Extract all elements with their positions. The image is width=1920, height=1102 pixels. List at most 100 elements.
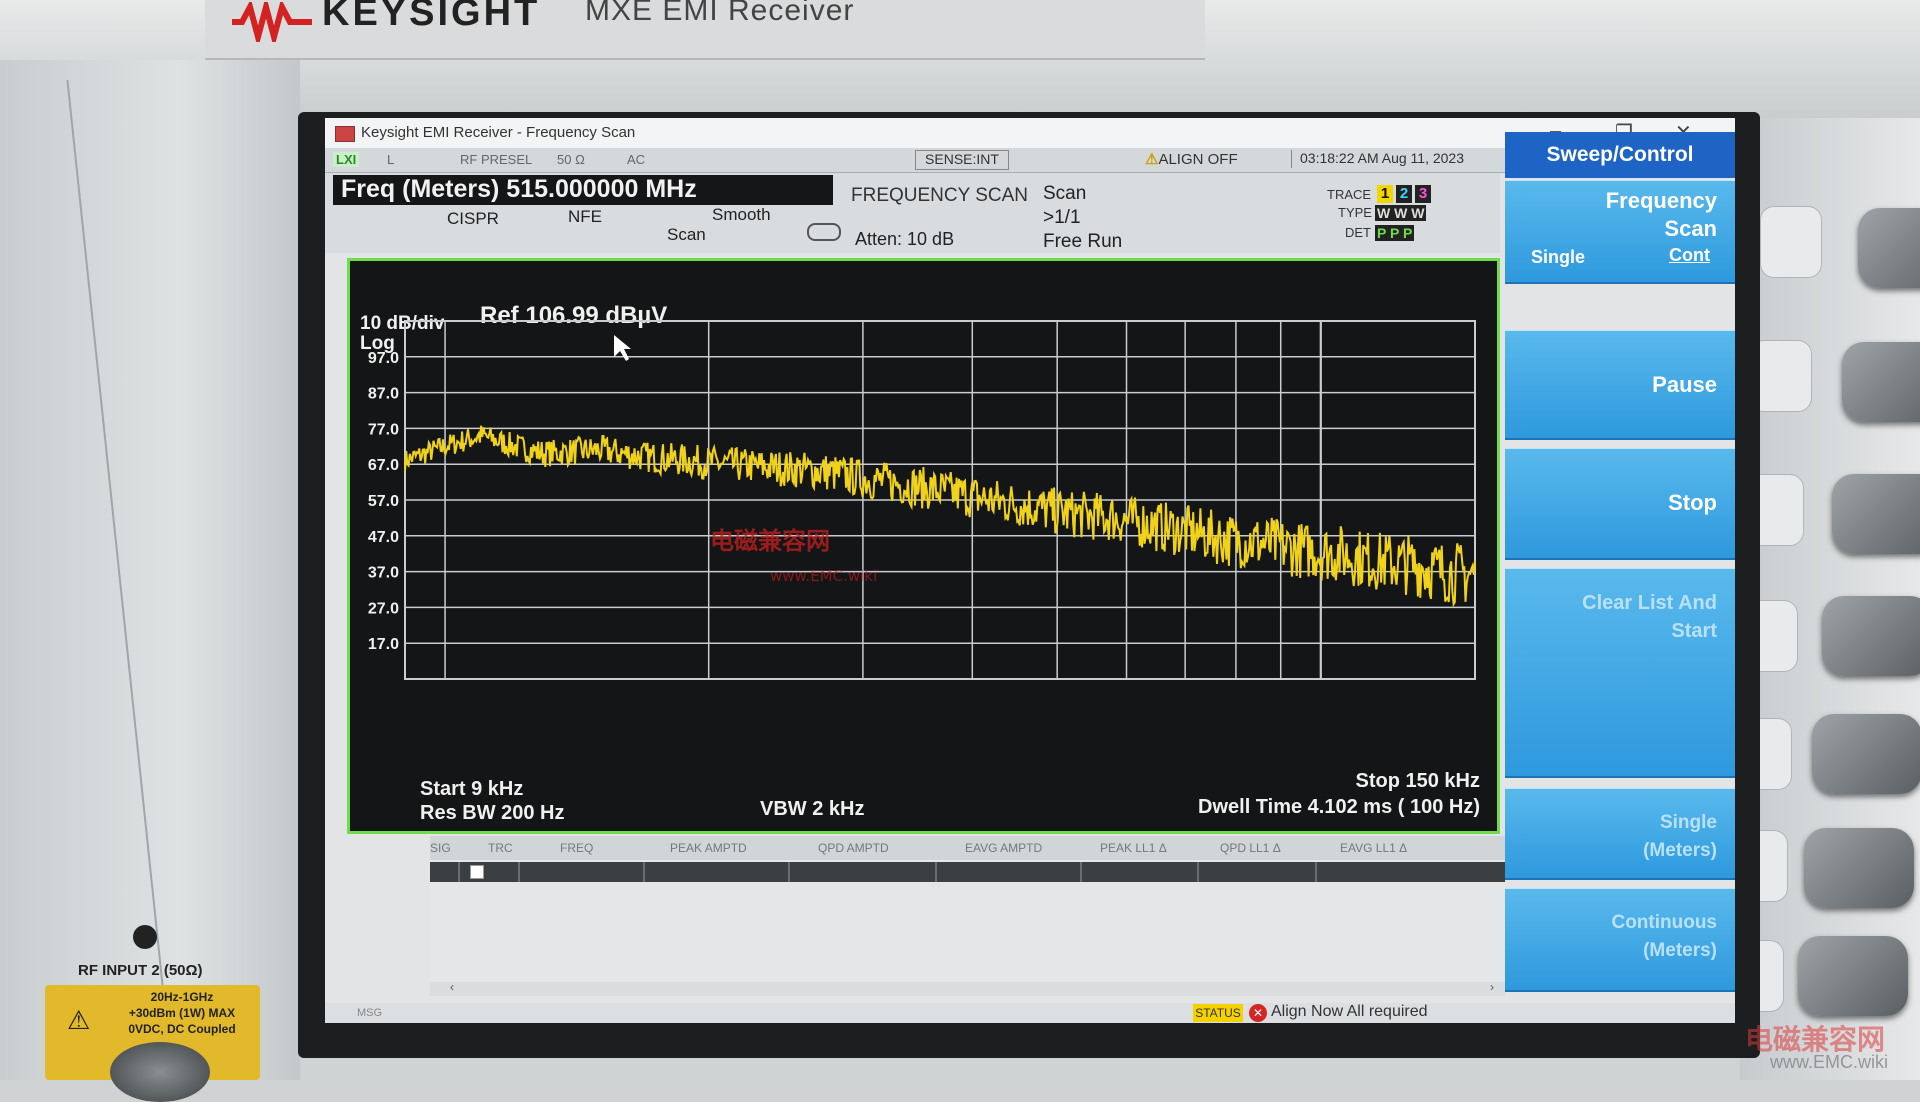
dwell-time: Dwell Time 4.102 ms ( 100 Hz) — [1198, 796, 1480, 818]
hardware-softkey-1[interactable] — [1858, 208, 1920, 288]
measurement-info-bar: Freq (Meters) 515.000000 MHz CISPR NFE S… — [325, 173, 1500, 253]
app-icon — [335, 126, 355, 142]
error-icon: ✕ — [1249, 1004, 1267, 1022]
stop-button[interactable]: Stop — [1505, 448, 1735, 560]
col-sig: SIG — [430, 841, 451, 855]
hardware-softkey-3[interactable] — [1832, 474, 1920, 554]
det-label: DET — [1345, 225, 1371, 240]
hardware-softkey-5[interactable] — [1812, 714, 1920, 794]
hardware-softkey-6[interactable] — [1804, 828, 1914, 908]
table-row[interactable] — [430, 862, 1505, 882]
y-tick-label: 17.0 — [368, 636, 399, 653]
window-title: Keysight EMI Receiver - Frequency Scan — [361, 124, 636, 141]
scan-label: Scan — [667, 225, 706, 244]
mode-label: FREQUENCY SCAN — [851, 185, 1029, 206]
smooth-label: Smooth — [712, 205, 771, 224]
align-status-text: ALIGN OFF — [1158, 151, 1238, 168]
softkey-menu-title: Sweep/Control — [1505, 132, 1735, 178]
softkey-label: Continuous — [1611, 912, 1717, 933]
y-tick-label: 37.0 — [368, 565, 399, 582]
scan-state-line: Scan — [1043, 183, 1087, 204]
scroll-left-icon[interactable]: ‹ — [450, 980, 454, 994]
status-badge: STATUS — [1193, 1004, 1243, 1022]
col-peak-amptd: PEAK AMPTD — [670, 841, 747, 855]
clear-list-and-start-button[interactable]: Clear List And Start — [1505, 568, 1735, 778]
softkey-label: Stop — [1668, 490, 1717, 515]
nfe-label: NFE — [568, 207, 602, 226]
col-freq: FREQ — [560, 841, 594, 855]
col-qpd-amptd: QPD AMPTD — [818, 841, 889, 855]
y-tick-label: 27.0 — [368, 600, 399, 617]
hardware-softkey-4[interactable] — [1822, 596, 1920, 676]
spectrum-plot[interactable]: 10 dB/div Log Ref 106.99 dBµV 97.0 87.0 77… — [347, 258, 1500, 834]
start-frequency: Start 9 kHz — [420, 778, 523, 800]
y-tick-label: 97.0 — [368, 350, 399, 367]
keysight-logo-icon — [232, 2, 312, 42]
signal-list-table[interactable]: SIG TRC FREQ PEAK AMPTD QPD AMPTD EAVG A… — [430, 836, 1505, 996]
y-tick-label: 57.0 — [368, 493, 399, 510]
trace-2-indicator[interactable]: 2 — [1396, 185, 1412, 203]
trace-3-indicator[interactable]: 3 — [1415, 185, 1431, 203]
rf-input-label: RF INPUT 2 (50Ω) — [78, 962, 203, 979]
trace-label: TRACE — [1327, 187, 1372, 202]
rf-connector[interactable] — [110, 1042, 210, 1102]
trace-detectors: P P P — [1375, 225, 1415, 241]
resolution-bandwidth: Res BW 200 Hz — [420, 802, 565, 824]
scroll-right-icon[interactable]: › — [1490, 980, 1494, 994]
softkey-label: Frequency — [1605, 188, 1717, 213]
stop-frequency: Stop 150 kHz — [1356, 770, 1480, 792]
horizontal-scrollbar[interactable]: ‹ › — [430, 980, 1505, 996]
frequency-text: Freq (Meters) 515.000000 MHz — [341, 175, 697, 203]
hardware-softkey-7[interactable] — [1798, 936, 1908, 1016]
watermark-overlay: 电磁兼容网 — [710, 527, 830, 555]
frequency-scan-button[interactable]: Frequency Scan Single Cont — [1505, 180, 1735, 284]
col-peak-ll1: PEAK LL1 Δ — [1100, 841, 1167, 855]
impedance-indicator: 50 Ω — [557, 152, 585, 167]
align-status: ⚠ALIGN OFF — [1145, 150, 1238, 168]
cispr-label: CISPR — [447, 209, 499, 228]
indicator-led — [133, 925, 157, 949]
softkey-label: Pause — [1652, 372, 1717, 397]
display-screen: Keysight EMI Receiver - Frequency Scan –… — [325, 118, 1735, 1023]
trace-1-indicator[interactable]: 1 — [1377, 185, 1393, 203]
y-tick-label: 87.0 — [368, 386, 399, 403]
brand-name: KEYSIGHT — [322, 0, 541, 34]
warning-icon: ⚠ — [1145, 151, 1159, 168]
cont-option[interactable]: Cont — [1669, 245, 1710, 266]
toggle-icon[interactable] — [807, 223, 841, 241]
warning-icon: ⚠ — [67, 1005, 91, 1035]
lxi-badge: LXI — [333, 152, 360, 167]
attenuation-label: Atten: 10 dB — [855, 229, 955, 249]
scale-label: 10 dB/div — [360, 313, 445, 334]
y-tick-label: 67.0 — [368, 457, 399, 474]
frequency-readout[interactable]: Freq (Meters) 515.000000 MHz — [333, 175, 833, 205]
rf-presel-indicator: RF PRESEL — [460, 152, 533, 167]
softkey-label: (Meters) — [1643, 940, 1717, 961]
softkey-label: Scan — [1664, 216, 1717, 241]
continuous-meters-button[interactable]: Continuous (Meters) — [1505, 888, 1735, 992]
model-name: MXE EMI Receiver — [585, 0, 855, 27]
table-header: SIG TRC FREQ PEAK AMPTD QPD AMPTD EAVG A… — [430, 836, 1505, 860]
coupling-indicator: AC — [627, 152, 646, 167]
softkey-label: (Meters) — [1643, 840, 1717, 861]
single-meters-button[interactable]: Single (Meters) — [1505, 788, 1735, 880]
warning-line: +30dBm (1W) MAX — [128, 1006, 236, 1020]
hardware-softkey-2[interactable] — [1842, 342, 1920, 422]
warning-line: 0VDC, DC Coupled — [128, 1022, 236, 1036]
status-message: Align Now All required — [1271, 1003, 1428, 1020]
softkey-label: Single — [1659, 812, 1717, 833]
col-qpd-ll1: QPD LL1 Δ — [1220, 841, 1281, 855]
y-tick-labels: 97.0 87.0 77.0 67.0 57.0 47.0 37.0 27.0 17.0 — [368, 350, 399, 653]
col-trc: TRC — [488, 841, 513, 855]
pause-button[interactable]: Pause — [1505, 330, 1735, 440]
spectrum-chart: 10 dB/div Log Ref 106.99 dBµV 97.087.077… — [360, 302, 1480, 824]
sense-indicator: SENSE:INT — [915, 150, 1009, 170]
video-bandwidth: VBW 2 kHz — [760, 798, 864, 820]
msg-label: MSG — [357, 1007, 383, 1019]
single-option[interactable]: Single — [1531, 247, 1585, 268]
message-bar: MSG STATUS ✕ Align Now All required — [325, 1003, 1735, 1023]
warning-line: 20Hz-1GHz — [150, 990, 214, 1004]
col-eavg-amptd: EAVG AMPTD — [965, 841, 1043, 855]
scan-state-line: >1/1 — [1043, 207, 1081, 228]
col-eavg-ll1: EAVG LL1 Δ — [1340, 841, 1408, 855]
